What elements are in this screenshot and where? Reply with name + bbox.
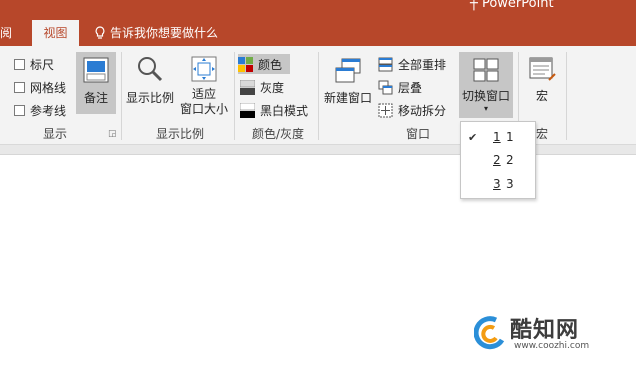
tell-me-box[interactable]: 告诉我你想要做什么 [94,20,218,46]
menu-item-label: 2 [506,153,514,167]
check-icon: ✔ [468,130,478,144]
black-white-icon [240,102,255,118]
notes-button[interactable]: 备注 [76,52,116,114]
fit-label-line2: 窗口大小 [179,102,228,116]
color-button[interactable]: 颜色 [238,54,290,74]
color-label: 颜色 [258,57,283,72]
black-white-label: 黑白模式 [260,103,309,118]
title-bar: ┼ PowerPoint 阅 视图 告诉我你想要做什么 [0,0,636,46]
cascade-button[interactable]: 层叠 [378,77,422,97]
ribbon: 标尺 网格线 参考线 备注 显示 ◲ 显示比例 适应 窗口大小 显示比例 颜色 … [0,46,636,145]
color-swatch-icon [238,56,253,72]
show-group-label: 显示 [42,127,67,141]
checkbox-box[interactable] [14,59,25,70]
move-split-icon [378,103,393,117]
notes-icon [83,57,109,83]
menu-item-label: 1 [506,130,514,144]
menu-item-window-1[interactable]: ✔ 1 1 [461,126,535,148]
group-separator [566,52,567,140]
window-group-label: 窗口 [405,127,430,141]
gridlines-label: 网格线 [30,81,67,95]
ruler-checkbox[interactable]: 标尺 [14,56,54,73]
group-separator [121,52,122,140]
menu-item-key: 2 [493,153,501,167]
menu-item-label: 3 [506,177,514,191]
guides-label: 参考线 [30,104,67,118]
new-window-button[interactable]: 新建窗口 [322,56,374,116]
group-separator [234,52,235,140]
checkbox-box[interactable] [14,82,25,93]
new-window-icon [335,58,361,83]
zoom-button[interactable]: 显示比例 [124,54,176,114]
new-window-label: 新建窗口 [323,91,372,105]
watermark: 酷知网 www.coozhi.com [474,310,614,358]
app-title: ┼ PowerPoint [470,0,554,11]
watermark-logo-icon [474,316,505,350]
arrange-all-button[interactable]: 全部重排 [378,54,446,74]
cascade-label: 层叠 [398,80,423,95]
zoom-group-label: 显示比例 [155,127,204,141]
tab-review[interactable]: 阅 [0,20,12,46]
grayscale-icon [240,79,255,95]
macro-icon [529,57,556,81]
switch-windows-icon [473,58,499,82]
watermark-brand: 酷知网 [510,318,580,343]
black-white-button[interactable]: 黑白模式 [240,100,308,120]
switch-windows-label: 切换窗口 [461,89,510,103]
watermark-url: www.coozhi.com [514,341,590,351]
zoom-label: 显示比例 [125,91,174,105]
tab-view[interactable]: 视图 [32,20,79,46]
menu-item-key: 3 [493,177,501,191]
move-split-label: 移动拆分 [398,103,447,118]
ribbon-bottom-strip [0,145,636,155]
notes-label: 备注 [83,91,108,105]
fit-window-icon [191,56,217,82]
grayscale-label: 灰度 [260,80,285,95]
checkbox-box[interactable] [14,105,25,116]
dialog-launcher-icon[interactable]: ◲ [108,129,117,139]
menu-item-window-2[interactable]: 2 2 [461,149,535,171]
chevron-down-icon: ▾ [483,104,488,113]
color-group-label: 颜色/灰度 [251,127,305,141]
lightbulb-icon [95,26,105,39]
macros-label: 宏 [535,89,548,103]
guides-checkbox[interactable]: 参考线 [14,102,66,119]
move-split-button[interactable]: 移动拆分 [378,100,446,120]
arrange-all-icon [378,57,393,71]
grayscale-button[interactable]: 灰度 [240,77,284,97]
group-separator [318,52,319,140]
gridlines-checkbox[interactable]: 网格线 [14,79,66,96]
fit-to-window-button[interactable]: 适应 窗口大小 [178,54,230,124]
switch-windows-button[interactable]: 切换窗口 ▾ [459,52,513,118]
menu-item-window-3[interactable]: 3 3 [461,173,535,195]
cascade-icon [378,80,393,94]
fit-label-line1: 适应 [191,87,216,101]
ruler-label: 标尺 [30,58,55,72]
menu-item-key: 1 [493,130,501,144]
tell-me-text: 告诉我你想要做什么 [110,26,219,40]
arrange-all-label: 全部重排 [398,57,447,72]
magnifier-icon [138,57,163,82]
macros-button[interactable]: 宏 [522,54,562,114]
switch-windows-menu: ✔ 1 1 2 2 3 3 [460,121,536,199]
